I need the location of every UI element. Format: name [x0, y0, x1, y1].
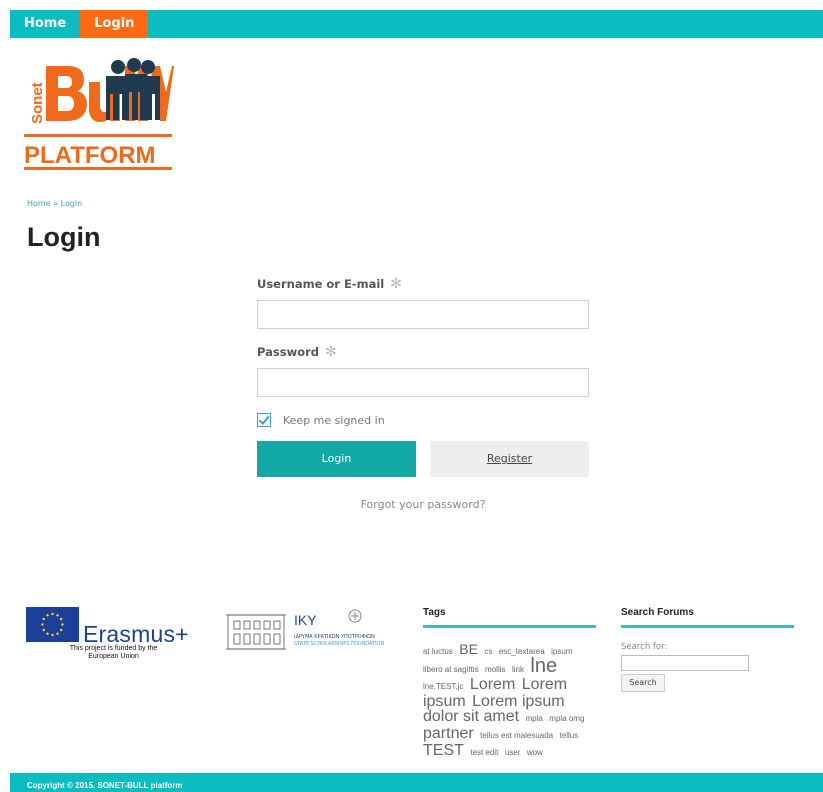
- tag-link[interactable]: cs: [484, 647, 492, 656]
- iky-name: IKY: [294, 612, 317, 628]
- iky-logo: IKY ΙΔΡΥΜΑ ΚΡΑΤΙΚΩΝ ΥΠΟΤΡΟΦΙΩΝ STATE SCH…: [224, 607, 400, 655]
- tags-widget: Tags at luctus BE cs esc_textarea ipsum …: [423, 607, 596, 760]
- tags-title: Tags: [423, 607, 446, 618]
- tag-link[interactable]: wow: [527, 748, 543, 757]
- page-title: Login: [27, 222, 101, 252]
- footer-bar: Copyright © 2015. SONET-BULL platform: [10, 773, 823, 792]
- tag-link[interactable]: TEST: [423, 742, 464, 759]
- keep-signed-in-checkbox[interactable]: [257, 413, 271, 427]
- forgot-password-link[interactable]: Forgot your password?: [257, 498, 589, 511]
- search-forums-input[interactable]: [621, 654, 749, 671]
- breadcrumb-home-link[interactable]: Home: [27, 199, 51, 208]
- logo-platform-text: PLATFORM: [24, 142, 156, 169]
- tag-link[interactable]: Lorem: [470, 676, 515, 693]
- tag-link[interactable]: test edit: [470, 748, 498, 757]
- tag-link[interactable]: libero at sagittis: [423, 665, 479, 674]
- tag-link[interactable]: lne: [530, 655, 557, 677]
- login-form: Username or E-mail ✻ Password ✻ Keep me si…: [257, 276, 589, 511]
- nav-home-link[interactable]: Home: [10, 10, 80, 38]
- required-icon: ✻: [325, 344, 337, 360]
- username-label-text: Username or E-mail: [257, 277, 385, 291]
- tag-cloud: at luctus BE cs esc_textarea ipsum liber…: [423, 642, 595, 760]
- tag-link[interactable]: tellus est malesuada: [480, 731, 553, 740]
- eu-flag-icon: [26, 607, 79, 642]
- logo-brand-text: Sonet: [29, 82, 46, 124]
- breadcrumb: Home » Login: [27, 199, 82, 208]
- greek-emblem-icon: [348, 609, 362, 623]
- login-button[interactable]: Login: [257, 441, 416, 477]
- breadcrumb-current: Login: [60, 199, 83, 208]
- keep-signed-in-label[interactable]: Keep me signed in: [283, 414, 385, 427]
- password-input[interactable]: [257, 368, 589, 397]
- erasmus-name: Erasmus+: [83, 621, 189, 647]
- tag-link[interactable]: BE: [459, 641, 478, 657]
- sonet-bull-logo[interactable]: Sonet PLATFORM: [24, 58, 174, 172]
- register-button[interactable]: Register: [430, 441, 589, 477]
- search-forums-divider: [621, 625, 794, 628]
- button-row: Login Register: [257, 441, 589, 477]
- keep-signed-in-row[interactable]: Keep me signed in: [257, 411, 589, 429]
- username-input[interactable]: [257, 300, 589, 329]
- password-label-text: Password: [257, 345, 319, 359]
- tag-link[interactable]: partner: [423, 725, 474, 742]
- tag-link[interactable]: at luctus: [423, 647, 453, 656]
- top-nav: Home Login: [10, 10, 823, 38]
- tags-divider: [423, 625, 596, 628]
- tag-link[interactable]: user: [505, 748, 521, 757]
- required-icon: ✻: [390, 276, 402, 292]
- breadcrumb-separator: »: [53, 199, 59, 208]
- erasmus-logo: Erasmus+ This project is funded by the E…: [26, 607, 206, 667]
- tag-link[interactable]: tellus: [560, 731, 579, 740]
- building-icon: [226, 614, 286, 650]
- tag-link[interactable]: mpla: [526, 714, 543, 723]
- erasmus-note: This project is funded by the European U…: [69, 645, 158, 660]
- tag-link[interactable]: mollis: [485, 665, 505, 674]
- tag-link[interactable]: link: [512, 665, 524, 674]
- password-label: Password ✻: [257, 344, 589, 362]
- search-label: Search for:: [621, 642, 668, 652]
- search-forums-title: Search Forums: [621, 607, 694, 618]
- nav-login-link[interactable]: Login: [80, 10, 149, 38]
- tag-link[interactable]: mpla omg: [549, 714, 584, 723]
- iky-subtitle-english: STATE SCHOLARSHIPS FOUNDATION: [294, 641, 385, 647]
- iky-subtitle-greek: ΙΔΡΥΜΑ ΚΡΑΤΙΚΩΝ ΥΠΟΤΡΟΦΙΩΝ: [294, 634, 375, 640]
- search-button[interactable]: Search: [621, 674, 665, 692]
- username-label: Username or E-mail ✻: [257, 276, 589, 294]
- search-forums-widget: Search Forums Search for: Search: [621, 607, 794, 692]
- tag-link[interactable]: lne,TEST,jc: [423, 682, 463, 691]
- copyright-text: Copyright © 2015. SONET-BULL platform: [27, 781, 183, 790]
